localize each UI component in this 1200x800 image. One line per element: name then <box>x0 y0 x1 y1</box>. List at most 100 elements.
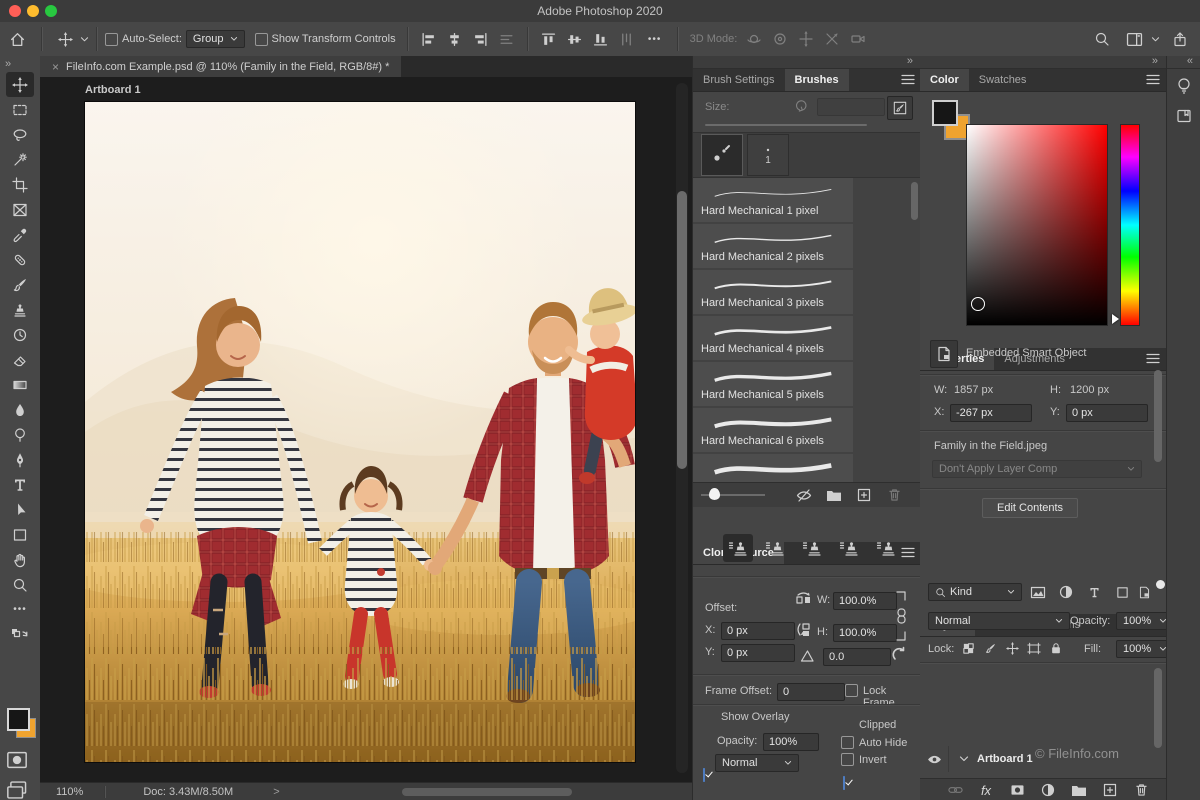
doc-size-info[interactable]: Doc: 3.43M/8.50M <box>113 786 243 798</box>
tool-frame[interactable] <box>6 197 34 222</box>
overlay-blend-mode-dropdown[interactable]: Normal <box>715 754 799 772</box>
new-group-icon[interactable] <box>1068 784 1090 797</box>
lock-transparent-pixels-icon[interactable] <box>958 640 978 656</box>
align-horizontal-centers-icon[interactable] <box>442 32 468 47</box>
tool-path-selection[interactable] <box>6 497 34 522</box>
share-icon[interactable] <box>1160 31 1200 48</box>
new-group-folder-icon[interactable] <box>819 489 849 502</box>
stroke-preview-slider[interactable] <box>701 483 773 507</box>
3d-camera-icon[interactable] <box>845 31 871 47</box>
tab-brushes[interactable]: Brushes <box>785 69 849 91</box>
reset-brush-icon[interactable] <box>793 98 808 113</box>
learn-panel-icon[interactable] <box>1171 73 1197 99</box>
filter-shape-layers-icon[interactable] <box>1110 583 1134 601</box>
toolbar-collapse-icon[interactable]: » <box>0 56 40 72</box>
clone-source-1[interactable] <box>723 534 753 562</box>
slider-thumb[interactable] <box>709 488 720 500</box>
lock-artboard-icon[interactable] <box>1024 640 1044 656</box>
panel-collapse-icon[interactable]: » <box>693 56 921 69</box>
clone-w-field[interactable]: 100.0% <box>833 592 897 610</box>
auto-select-checkbox[interactable] <box>105 33 118 46</box>
dock-expand-icon[interactable]: « <box>1167 56 1200 69</box>
close-window-button[interactable] <box>9 5 21 17</box>
tab-swatches[interactable]: Swatches <box>969 69 1037 91</box>
tool-pen[interactable] <box>6 447 34 472</box>
tool-move[interactable] <box>6 72 34 97</box>
invert-checkbox[interactable] <box>841 753 854 766</box>
filter-type-layers-icon[interactable] <box>1082 583 1106 601</box>
new-layer-icon[interactable] <box>1099 783 1121 797</box>
foreground-background-colors[interactable] <box>7 708 37 738</box>
edit-toolbar-icon[interactable]: ••• <box>6 597 34 622</box>
frame-offset-field[interactable]: 0 <box>777 683 845 701</box>
status-proxy-arrow[interactable]: > <box>243 786 279 798</box>
tool-crop[interactable] <box>6 172 34 197</box>
tool-dodge[interactable] <box>6 422 34 447</box>
auto-hide-checkbox[interactable] <box>841 736 854 749</box>
preset-chevron-icon[interactable] <box>80 36 89 43</box>
filtering-toggle[interactable] <box>1156 580 1165 589</box>
new-brush-icon[interactable] <box>849 488 879 502</box>
brush-size-slider[interactable] <box>705 124 867 126</box>
tool-eraser[interactable] <box>6 347 34 372</box>
clone-source-2[interactable] <box>760 534 790 562</box>
canvas-vertical-scrollbar[interactable] <box>676 83 688 773</box>
3d-roll-icon[interactable] <box>767 31 793 47</box>
saturation-brightness-picker[interactable] <box>966 124 1108 326</box>
tool-clone-stamp[interactable] <box>6 297 34 322</box>
screen-mode-icon[interactable] <box>6 780 28 800</box>
align-vertical-centers-icon[interactable] <box>562 32 588 47</box>
blend-mode-dropdown[interactable]: Normal <box>928 612 1070 630</box>
tool-hand[interactable] <box>6 547 34 572</box>
lock-all-icon[interactable] <box>1046 640 1066 656</box>
filter-adjustment-layers-icon[interactable] <box>1054 583 1078 601</box>
brush-list-scrollbar[interactable] <box>911 182 918 220</box>
tool-history-brush[interactable] <box>6 322 34 347</box>
tool-rectangular-marquee[interactable] <box>6 97 34 122</box>
delete-layer-icon[interactable] <box>1130 783 1152 797</box>
visibility-eye-icon[interactable] <box>920 746 949 772</box>
show-transform-controls-checkbox[interactable] <box>255 33 268 46</box>
panel-collapse-icon[interactable]: » <box>920 56 1166 69</box>
prop-y-field[interactable]: 0 px <box>1066 404 1148 422</box>
canvas-horizontal-scrollbar[interactable] <box>402 788 572 796</box>
close-tab-icon[interactable]: × <box>52 60 59 74</box>
tool-type[interactable] <box>6 472 34 497</box>
overlay-opacity-field[interactable]: 100% <box>763 733 819 751</box>
tool-zoom[interactable] <box>6 572 34 597</box>
workspace-switcher-icon[interactable] <box>1117 32 1151 47</box>
clone-source-3[interactable] <box>797 534 827 562</box>
layer-comp-dropdown[interactable]: Don't Apply Layer Comp <box>932 460 1142 478</box>
reset-transform-icon[interactable] <box>891 646 907 662</box>
brush-item[interactable]: Hard Mechanical 1 pixel <box>693 178 853 222</box>
hue-slider[interactable] <box>1120 124 1140 326</box>
default-swap-colors-icon[interactable] <box>6 626 34 642</box>
distribute-vertical-icon[interactable] <box>614 32 640 47</box>
quick-mask-icon[interactable] <box>6 750 28 770</box>
panel-menu-icon[interactable] <box>901 547 915 558</box>
brush-item[interactable]: Hard Mechanical 5 pixels <box>693 362 853 406</box>
tool-lasso[interactable] <box>6 122 34 147</box>
align-right-edges-icon[interactable] <box>468 32 494 47</box>
clone-x-field[interactable]: 0 px <box>721 622 795 640</box>
3d-pan-icon[interactable] <box>793 31 819 47</box>
brush-tip-selected[interactable] <box>701 134 743 176</box>
more-options-icon[interactable]: ••• <box>640 34 670 45</box>
clone-source-5[interactable] <box>871 534 901 562</box>
panel-menu-icon[interactable] <box>901 74 915 85</box>
clone-h-field[interactable]: 100.0% <box>833 624 897 642</box>
clone-angle-field[interactable]: 0.0 <box>823 648 891 666</box>
clone-source-4[interactable] <box>834 534 864 562</box>
minimize-window-button[interactable] <box>27 5 39 17</box>
add-layer-mask-icon[interactable] <box>1006 784 1028 796</box>
edit-contents-button[interactable]: Edit Contents <box>982 498 1078 518</box>
move-tool-preset-icon[interactable] <box>50 32 80 47</box>
lock-position-icon[interactable] <box>1002 640 1022 656</box>
align-left-edges-icon[interactable] <box>416 32 442 47</box>
lock-frame-checkbox[interactable] <box>845 684 858 697</box>
color-picker-cursor[interactable] <box>971 297 985 311</box>
3d-orbit-icon[interactable] <box>741 31 767 47</box>
align-top-edges-icon[interactable] <box>536 32 562 47</box>
tool-object-selection[interactable] <box>6 147 34 172</box>
align-bottom-edges-icon[interactable] <box>588 32 614 47</box>
